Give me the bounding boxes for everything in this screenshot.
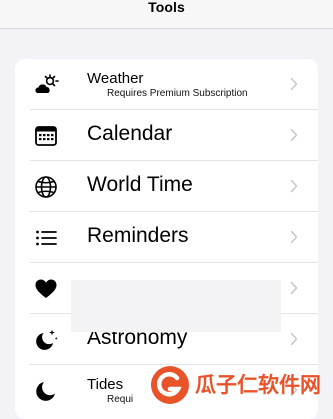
tides-subtitle: Requi <box>107 394 134 405</box>
watermark-logo-icon <box>150 365 190 405</box>
chevron-right-icon <box>290 281 298 295</box>
list-item-weather[interactable]: Weather Requires Premium Subscription <box>15 59 318 110</box>
globe-icon <box>33 174 59 200</box>
list-item-world-time[interactable]: World Time <box>15 161 318 212</box>
page-title: Tools <box>148 0 185 15</box>
navigation-bar: Tools <box>0 0 333 29</box>
weather-subtitle: Requires Premium Subscription <box>107 88 248 99</box>
weather-icon <box>33 72 59 98</box>
chevron-right-icon <box>290 332 298 346</box>
tides-label: Tides <box>87 376 124 393</box>
chevron-right-icon <box>290 230 298 244</box>
heart-icon <box>33 276 59 302</box>
list-icon <box>33 225 59 251</box>
chevron-right-icon <box>290 128 298 142</box>
chevron-right-icon <box>290 179 298 193</box>
reminders-label: Reminders <box>87 224 189 247</box>
chevron-right-icon <box>290 77 298 91</box>
list-item-reminders[interactable]: Reminders <box>15 212 318 263</box>
watermark: 瓜子仁软件网 <box>150 365 333 412</box>
world-time-label: World Time <box>87 173 193 196</box>
redaction-box <box>71 280 281 332</box>
moon-stars-icon <box>33 327 59 353</box>
calendar-label: Calendar <box>87 122 173 145</box>
calendar-icon <box>33 123 59 149</box>
moon-icon <box>33 378 59 404</box>
list-item-calendar[interactable]: Calendar <box>15 110 318 161</box>
watermark-text: 瓜子仁软件网 <box>195 374 321 397</box>
weather-label: Weather <box>87 70 144 87</box>
